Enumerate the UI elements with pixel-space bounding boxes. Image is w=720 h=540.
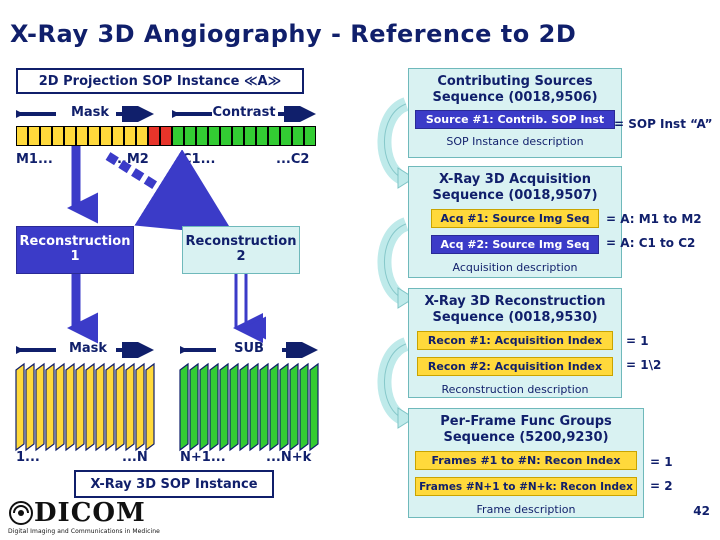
panel-4-row-0-equation: = 1: [650, 455, 673, 469]
frames-n-end-label: ...N: [122, 450, 148, 465]
panel-3-row-1-equation: = 1\2: [626, 358, 662, 372]
mask-slab-stack: [15, 362, 155, 452]
panel-3-row-0-bar: Recon #1: Acquisition Index: [417, 331, 613, 351]
frame-cell: [292, 126, 304, 146]
frame-cell: [76, 126, 88, 146]
panel-3-title-line1: X-Ray 3D Reconstruction: [424, 294, 606, 309]
panel-per-frame-func-groups: Per-Frame Func Groups Sequence (5200,923…: [408, 408, 644, 518]
frames-nk-start-label: N+1...: [180, 450, 226, 465]
frame-cell: [256, 126, 268, 146]
contrast-to-recon2-arrow: [105, 150, 230, 230]
panel-4-row-1-bar: Frames #N+1 to #N+k: Recon Index: [415, 477, 637, 497]
panel-2-row-1-equation: = A: C1 to C2: [606, 236, 696, 250]
frames-nk-end-label: ...N+k: [266, 450, 312, 465]
dicom-logo-text: DICOM: [34, 498, 146, 528]
frame-cell: [196, 126, 208, 146]
frame-cell: [16, 126, 28, 146]
frame-cell: [64, 126, 76, 146]
frame-cell: [136, 126, 148, 146]
frame-strip: [16, 126, 316, 146]
panel-2-row-0-equation: = A: M1 to M2: [606, 212, 702, 226]
frame-cell: [184, 126, 196, 146]
panel-3-title-line2: Sequence (0018,9530): [432, 309, 598, 325]
projection-sop-instance-header: 2D Projection SOP Instance ≪A≫: [16, 68, 304, 94]
reconstruction-1-line1: Reconstruction: [19, 234, 131, 250]
xray-3d-sop-instance-box: X-Ray 3D SOP Instance: [74, 470, 274, 498]
contrast-label: Contrast: [212, 105, 276, 120]
dicom-logo-tagline: Digital Imaging and Communications in Me…: [8, 528, 160, 535]
frame-cell-transition: [160, 126, 172, 146]
panel-4-title-line2: Sequence (5200,9230): [443, 429, 609, 445]
frame-cell: [220, 126, 232, 146]
panel-1-title-line1: Contributing Sources: [437, 74, 593, 89]
panel-3-row-1-bar: Recon #2: Acquisition Index: [417, 357, 613, 377]
panel-1-title-line2: Sequence (0018,9506): [432, 89, 598, 105]
frame-cell: [52, 126, 64, 146]
sub-slab-stack: [179, 362, 319, 452]
panel-2-row-1-bar: Acq #2: Source Img Seq: [431, 235, 599, 255]
sub-label: SUB: [234, 341, 264, 356]
recon1-to-frames-arrow: [67, 274, 98, 344]
m1-label: M1...: [16, 152, 53, 167]
panel-1-row-0-equation: = SOP Inst “A”: [614, 117, 713, 131]
dicom-logo-mark: [9, 501, 33, 525]
panel-contributing-sources: Contributing Sources Sequence (0018,9506…: [408, 68, 622, 158]
mask-label: Mask: [70, 105, 110, 120]
frame-cell: [112, 126, 124, 146]
frame-cell: [244, 126, 256, 146]
page-title: X-Ray 3D Angiography - Reference to 2D: [10, 20, 577, 48]
frame-cell: [280, 126, 292, 146]
frame-cell: [208, 126, 220, 146]
panel-4-title-line1: Per-Frame Func Groups: [440, 414, 612, 429]
frame-cell: [172, 126, 184, 146]
panel-3-description: Reconstruction description: [441, 383, 589, 397]
dicom-logo: DICOM Digital Imaging and Communications…: [8, 498, 218, 535]
frame-cell: [28, 126, 40, 146]
reconstruction-1-line2: 1: [70, 249, 80, 264]
reconstruction-1-box: Reconstruction 1: [16, 226, 134, 274]
recon2-to-frames-arrow: [233, 274, 266, 343]
frames-n-start-label: 1...: [16, 450, 40, 465]
frame-cell: [268, 126, 280, 146]
page-number: 42: [693, 504, 710, 518]
frame-cell: [40, 126, 52, 146]
panel-xray-3d-acquisition: X-Ray 3D Acquisition Sequence (0018,9507…: [408, 166, 622, 278]
panel-4-description: Frame description: [476, 503, 576, 517]
frame-cell: [124, 126, 136, 146]
panel-2-row-0-bar: Acq #1: Source Img Seq: [431, 209, 599, 229]
reconstruction-2-line1: Reconstruction: [185, 234, 297, 250]
panel-xray-3d-reconstruction: X-Ray 3D Reconstruction Sequence (0018,9…: [408, 288, 622, 398]
reconstruction-2-line2: 2: [236, 249, 246, 264]
reconstruction-2-box: Reconstruction 2: [182, 226, 300, 274]
mask-label-lower: Mask: [68, 341, 108, 356]
panel-4-row-0-bar: Frames #1 to #N: Recon Index: [415, 451, 637, 471]
panel-2-title-line2: Sequence (0018,9507): [432, 187, 598, 203]
frame-cell: [100, 126, 112, 146]
frame-cell: [304, 126, 316, 146]
c2-label: ...C2: [276, 152, 310, 167]
panel-1-row-0-bar: Source #1: Contrib. SOP Inst: [415, 110, 615, 130]
panel-2-title-line1: X-Ray 3D Acquisition: [439, 172, 591, 187]
panel-1-description: SOP Instance description: [446, 135, 584, 149]
panel-4-row-1-equation: = 2: [650, 479, 673, 493]
frame-cell-transition: [148, 126, 160, 146]
frame-cell: [88, 126, 100, 146]
frame-cell: [232, 126, 244, 146]
panel-2-description: Acquisition description: [452, 261, 578, 275]
panel-3-row-0-equation: = 1: [626, 334, 649, 348]
mask-to-recon1-arrow: [67, 146, 98, 226]
